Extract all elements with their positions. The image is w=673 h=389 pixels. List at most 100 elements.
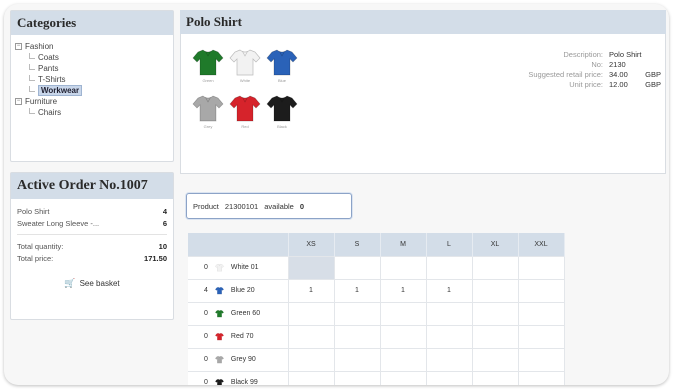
product-thumbnail[interactable]: Blue xyxy=(265,46,299,86)
description-value: Polo Shirt xyxy=(609,50,642,59)
shirt-icon xyxy=(214,309,225,318)
number-label: No: xyxy=(591,60,603,69)
quantity-cell[interactable]: 1 xyxy=(287,278,335,303)
tree-node-coats[interactable]: Coats xyxy=(15,52,169,63)
product-description: Description: Polo Shirt No: 2130 Suggest… xyxy=(497,50,661,90)
quantity-cell[interactable] xyxy=(471,347,519,372)
matrix-row: 0 White 01 xyxy=(188,255,565,280)
quantity-cell[interactable] xyxy=(333,324,381,349)
quantity-cell[interactable] xyxy=(517,370,565,385)
quantity-cell[interactable] xyxy=(379,347,427,372)
product-label: Product xyxy=(193,201,219,211)
quantity-cell[interactable] xyxy=(379,370,427,385)
color-label: Black 99 xyxy=(230,379,258,385)
tree-node-pants[interactable]: Pants xyxy=(15,63,169,74)
tree-connector xyxy=(29,63,35,70)
tree-node-t-shirts[interactable]: T-Shirts xyxy=(15,74,169,85)
thumbnail-caption: Black xyxy=(277,124,287,129)
quantity-cell[interactable] xyxy=(517,278,565,303)
quantity-cell[interactable] xyxy=(425,301,473,326)
quantity-cell[interactable] xyxy=(471,324,519,349)
tree-node-furniture[interactable]: − Furniture xyxy=(15,96,169,107)
app-frame: Categories − Fashion Coats Pants T-Shirt… xyxy=(4,4,669,385)
quantity-cell[interactable] xyxy=(471,370,519,385)
quantity-cell[interactable] xyxy=(425,324,473,349)
shirt-icon xyxy=(214,332,225,341)
categories-panel: Categories − Fashion Coats Pants T-Shirt… xyxy=(10,10,174,162)
quantity-cell[interactable]: 1 xyxy=(425,278,473,303)
color-row-label: 4 Blue 20 xyxy=(188,278,289,303)
product-color-thumbnails: Green White Blue Grey Red Black xyxy=(191,46,327,132)
matrix-row: 0 Black 99 xyxy=(188,370,565,385)
size-color-matrix: XS S M L XL XXL 0 White 01 4 Blue 20 1 1 1 1 0 Green 60… xyxy=(188,233,565,385)
matrix-row: 0 Red 70 xyxy=(188,324,565,349)
retail-price-label: Suggested retail price: xyxy=(528,70,603,79)
order-summary: Polo Shirt 4 Sweater Long Sleeve -... 6 … xyxy=(11,199,173,295)
quantity-cell[interactable] xyxy=(287,255,335,280)
order-line-name: Polo Shirt xyxy=(17,206,50,216)
matrix-row: 4 Blue 20 1 1 1 1 xyxy=(188,278,565,303)
color-label: White 01 xyxy=(230,264,259,271)
quantity-cell[interactable] xyxy=(333,347,381,372)
available-label: available xyxy=(264,201,294,211)
order-line[interactable]: Sweater Long Sleeve -... 6 xyxy=(17,217,167,229)
left-column: Categories − Fashion Coats Pants T-Shirt… xyxy=(10,10,174,320)
matrix-corner xyxy=(188,233,289,256)
thumbnail-caption: Blue xyxy=(277,78,286,83)
unit-price-row: Unit price: 12.00 GBP xyxy=(497,80,661,90)
shirt-icon xyxy=(266,95,298,122)
quantity-cell[interactable] xyxy=(379,255,427,280)
tree-node-chairs[interactable]: Chairs xyxy=(15,107,169,118)
tree-node-workwear[interactable]: Workwear xyxy=(15,85,169,96)
product-thumbnail[interactable]: Black xyxy=(265,92,299,132)
quantity-cell[interactable] xyxy=(425,370,473,385)
quantity-cell[interactable] xyxy=(425,255,473,280)
quantity-cell[interactable] xyxy=(517,324,565,349)
order-line[interactable]: Polo Shirt 4 xyxy=(17,205,167,217)
quantity-cell[interactable] xyxy=(333,370,381,385)
quantity-cell[interactable] xyxy=(517,301,565,326)
tree-node-fashion[interactable]: − Fashion xyxy=(15,41,169,52)
size-header: XS xyxy=(288,233,335,256)
color-row-label: 0 Black 99 xyxy=(188,370,289,385)
quantity-cell[interactable] xyxy=(425,347,473,372)
quantity-cell[interactable] xyxy=(471,255,519,280)
quantity-cell[interactable] xyxy=(287,370,335,385)
category-tree: − Fashion Coats Pants T-Shirts Workwear … xyxy=(11,35,173,161)
number-value: 2130 xyxy=(609,60,626,69)
quantity-cell[interactable] xyxy=(287,301,335,326)
size-header: L xyxy=(426,233,473,256)
shirt-icon xyxy=(214,355,225,364)
total-quantity-row: Total quantity: 10 xyxy=(17,240,167,252)
thumbnail-caption: Green xyxy=(202,78,214,83)
divider xyxy=(17,234,167,235)
quantity-cell[interactable] xyxy=(333,255,381,280)
shirt-icon xyxy=(192,49,224,76)
quantity-cell[interactable] xyxy=(471,278,519,303)
color-row-label: 0 White 01 xyxy=(188,255,289,280)
matrix-row: 0 Green 60 xyxy=(188,301,565,326)
product-thumbnail[interactable]: Grey xyxy=(191,92,225,132)
product-thumbnail[interactable]: Green xyxy=(191,46,225,86)
quantity-cell[interactable] xyxy=(379,324,427,349)
color-row-label: 0 Grey 90 xyxy=(188,347,289,372)
quantity-cell[interactable] xyxy=(471,301,519,326)
quantity-cell[interactable] xyxy=(287,324,335,349)
quantity-cell[interactable] xyxy=(287,347,335,372)
product-thumbnail[interactable]: White xyxy=(228,46,262,86)
tree-connector xyxy=(29,85,35,92)
tree-node-label: Coats xyxy=(38,53,59,62)
product-title: Polo Shirt xyxy=(180,10,666,34)
collapse-icon[interactable]: − xyxy=(15,98,22,105)
collapse-icon[interactable]: − xyxy=(15,43,22,50)
quantity-cell[interactable] xyxy=(333,301,381,326)
quantity-cell[interactable]: 1 xyxy=(333,278,381,303)
see-basket-button[interactable]: 🛒 See basket xyxy=(17,278,167,289)
quantity-cell[interactable] xyxy=(517,255,565,280)
retail-price-amount: 34.00 xyxy=(609,70,628,79)
quantity-cell[interactable]: 1 xyxy=(379,278,427,303)
product-thumbnail[interactable]: Red xyxy=(228,92,262,132)
quantity-cell[interactable] xyxy=(517,347,565,372)
quantity-cell[interactable] xyxy=(379,301,427,326)
thumbnail-caption: Grey xyxy=(203,124,213,129)
